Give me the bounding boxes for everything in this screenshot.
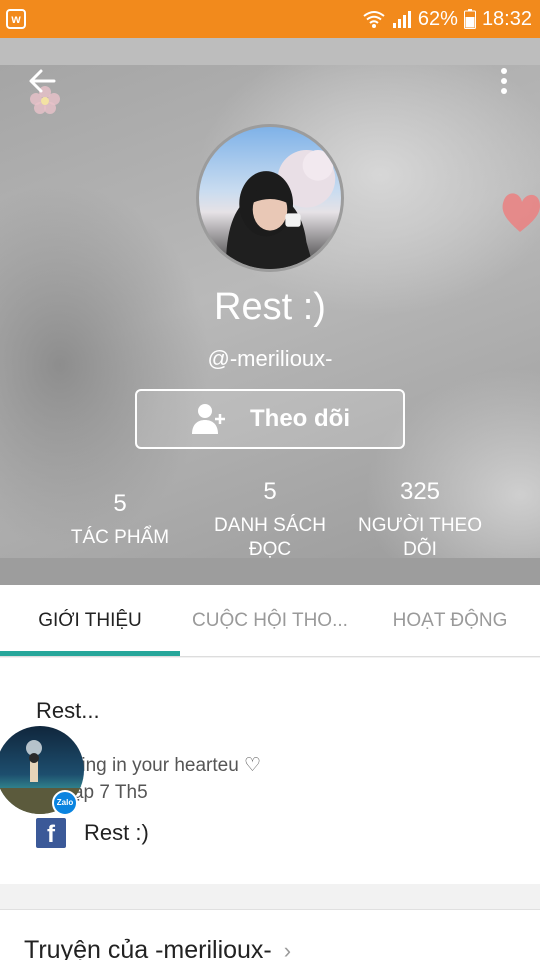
header-bottom-strip <box>0 558 540 585</box>
profile-tabs: GIỚI THIỆU CUỘC HỘI THO... HOẠT ĐỘNG <box>0 585 540 657</box>
facebook-label: Rest :) <box>84 820 149 845</box>
stat-reading-lists[interactable]: 5 DANH SÁCH ĐỌC <box>200 478 340 558</box>
tab-about[interactable]: GIỚI THIỆU <box>0 585 180 657</box>
facebook-link[interactable]: f Rest :) <box>36 818 149 848</box>
battery-icon <box>463 9 476 29</box>
back-arrow-icon[interactable] <box>26 65 58 97</box>
zalo-badge-icon: Zalo <box>52 790 78 816</box>
chevron-right-icon: › <box>283 937 292 960</box>
heart-sticker-icon <box>502 193 540 232</box>
username: @-merilioux- <box>207 346 333 371</box>
follow-button-label: Theo dõi <box>250 405 350 432</box>
profile-avatar[interactable] <box>196 124 344 272</box>
follow-button[interactable]: Theo dõi <box>135 389 405 449</box>
stories-section: Truyện của -merilioux- › <box>0 910 540 960</box>
status-indicators: 62% 18:32 <box>362 6 532 32</box>
tab-conversations[interactable]: CUỘC HỘI THO... <box>180 585 360 657</box>
about-title: Rest... <box>36 698 100 723</box>
avatar-photo <box>225 150 336 269</box>
stories-title: Truyện của -merilioux- <box>24 936 272 960</box>
stat-followers-label: NGƯỜI THEO DÕI <box>357 515 482 558</box>
facebook-icon: f <box>36 818 66 848</box>
clock: 18:32 <box>481 7 532 30</box>
tab-activity[interactable]: HOẠT ĐỘNG <box>360 585 540 657</box>
signal-icon <box>392 11 411 28</box>
more-vertical-icon[interactable] <box>492 66 516 96</box>
wattpad-icon: w <box>6 9 26 29</box>
stat-works-value: 5 <box>113 490 127 517</box>
stat-followers-value: 325 <box>399 478 441 505</box>
display-name: Rest :) <box>214 286 326 328</box>
add-person-icon <box>192 404 225 434</box>
profile-header: Rest :) @-merilioux- Theo dõi 5 TÁC PHẨM… <box>0 38 540 558</box>
status-bar: w 62% 18:32 <box>0 0 540 38</box>
section-divider <box>0 884 540 910</box>
active-tab-indicator <box>0 651 180 656</box>
stat-works[interactable]: 5 TÁC PHẨM <box>60 490 180 550</box>
stories-header-link[interactable]: Truyện của -merilioux- › <box>24 936 291 960</box>
wifi-icon <box>363 11 385 28</box>
stat-followers[interactable]: 325 NGƯỜI THEO DÕI <box>350 478 490 558</box>
battery-percent: 62% <box>417 7 458 30</box>
stat-reading-lists-label: DANH SÁCH ĐỌC <box>214 515 326 558</box>
stat-works-label: TÁC PHẨM <box>70 527 170 548</box>
header-strip <box>0 38 540 65</box>
stat-reading-lists-value: 5 <box>263 478 277 505</box>
